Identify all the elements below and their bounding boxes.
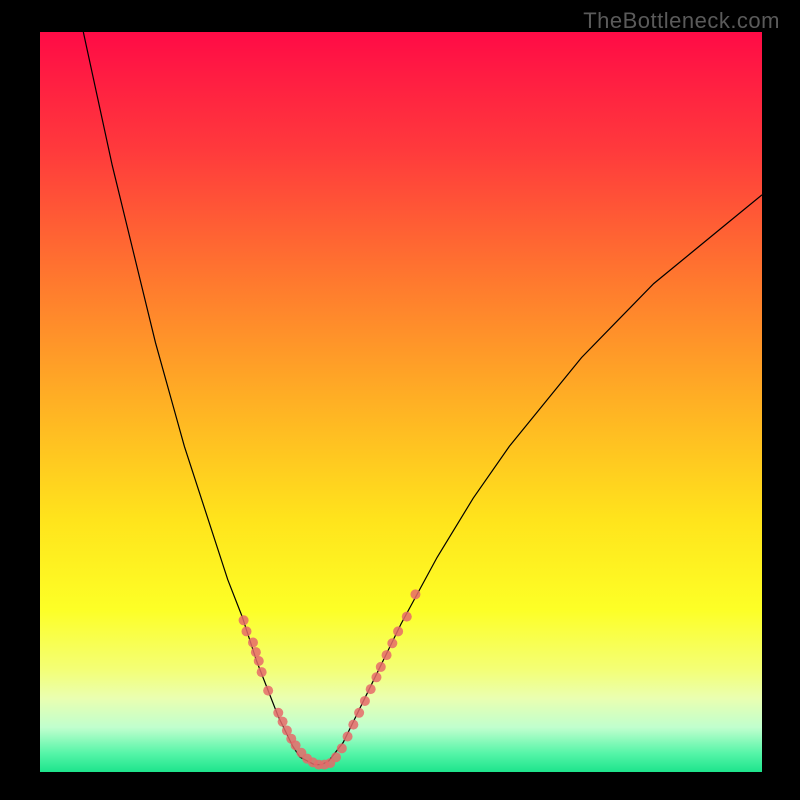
highlight-dot [376,662,386,672]
bottleneck-chart [40,32,762,772]
highlight-dot [251,647,261,657]
highlight-dot [387,638,397,648]
highlight-dot [402,612,412,622]
highlight-dot [254,656,264,666]
highlight-dot [354,708,364,718]
highlight-dot [241,626,251,636]
highlight-dot [273,708,283,718]
highlight-dot [331,752,341,762]
gradient-background [40,32,762,772]
highlight-dot [239,615,249,625]
highlight-dot [257,667,267,677]
highlight-dot [348,720,358,730]
highlight-dot [366,684,376,694]
highlight-dot [382,650,392,660]
highlight-dot [337,743,347,753]
highlight-dot [410,589,420,599]
highlight-dot [278,717,288,727]
chart-container [40,32,762,772]
highlight-dot [343,731,353,741]
highlight-dot [263,686,273,696]
watermark-text: TheBottleneck.com [583,8,780,34]
highlight-dot [393,626,403,636]
highlight-dot [248,638,258,648]
highlight-dot [360,696,370,706]
highlight-dot [371,672,381,682]
